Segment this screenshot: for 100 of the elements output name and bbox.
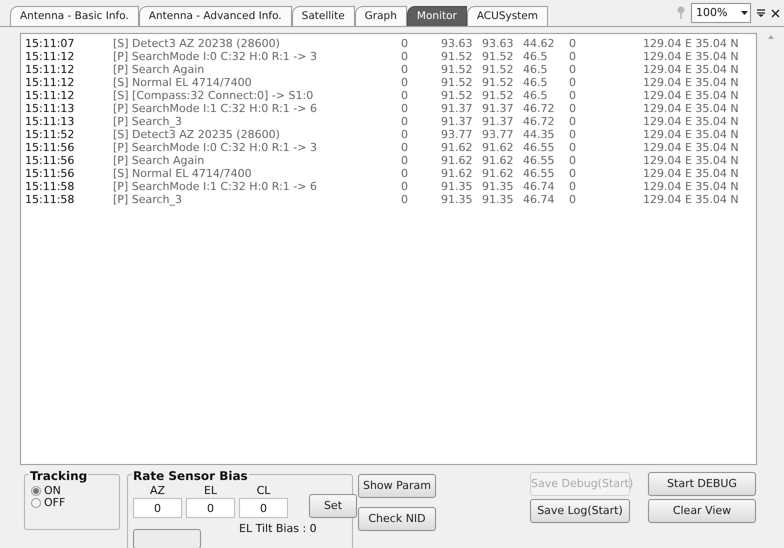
log-value: 91.62: [441, 154, 474, 167]
log-value: 46.74: [523, 180, 556, 193]
log-value: 0: [401, 180, 409, 193]
log-value: 46.72: [523, 102, 556, 115]
log-value: 0: [401, 102, 409, 115]
action-button[interactable]: Clear View: [648, 499, 756, 523]
dropdown-caret-icon: [741, 11, 748, 15]
log-value: 46.5: [523, 63, 548, 76]
log-value: 0: [569, 76, 577, 89]
log-time: 15:11:52: [25, 128, 76, 141]
log-message: [P] SearchMode I:1 C:32 H:0 R:1 -> 6: [113, 180, 318, 193]
log-time: 15:11:07: [25, 37, 76, 50]
radio-option[interactable]: ON: [31, 485, 119, 497]
input-field[interactable]: 0: [239, 498, 288, 518]
log-value: 91.62: [441, 141, 474, 154]
log-message: [P] SearchMode I:0 C:32 H:0 R:1 -> 3: [113, 50, 318, 63]
log-value: 91.37: [482, 102, 514, 115]
log-value: 0: [569, 128, 577, 141]
log-value: 0: [569, 154, 577, 167]
cut-off-button[interactable]: [133, 529, 201, 548]
log-value: 0: [401, 37, 409, 50]
log-value: 129.04 E 35.04 N: [643, 115, 740, 128]
log-value: 91.35: [482, 193, 514, 206]
log-value: 91.52: [441, 89, 474, 102]
scroll-up-icon[interactable]: [768, 35, 774, 39]
log-value: 129.04 E 35.04 N: [643, 50, 740, 63]
log-value: 91.35: [441, 193, 474, 206]
log-value: 93.77: [482, 128, 514, 141]
log-message: [S] Normal EL 4714/7400: [113, 167, 253, 180]
pin-icon[interactable]: [677, 6, 685, 20]
log-value: 0: [401, 76, 409, 89]
log-value: 93.63: [441, 37, 474, 50]
log-value: 46.55: [523, 167, 556, 180]
log-time: 15:11:56: [25, 154, 76, 167]
log-value: 91.62: [482, 141, 514, 154]
action-button[interactable]: Save Log(Start): [530, 499, 630, 523]
action-button[interactable]: Set: [309, 494, 357, 518]
log-value: 0: [569, 141, 577, 154]
log-message: [S] Detect3 AZ 20238 (28600): [113, 37, 281, 50]
log-value: 129.04 E 35.04 N: [643, 128, 740, 141]
log-value: 46.5: [523, 50, 548, 63]
log-value: 0: [401, 115, 409, 128]
log-value: 0: [569, 115, 577, 128]
tab[interactable]: Satellite: [292, 6, 355, 26]
tab[interactable]: Graph: [354, 6, 407, 26]
log-value: 129.04 E 35.04 N: [643, 167, 740, 180]
tab[interactable]: Antenna - Basic Info.: [10, 6, 139, 26]
log-value: 46.5: [523, 76, 548, 89]
log-value: 0: [569, 63, 577, 76]
menu-icon[interactable]: [757, 9, 765, 17]
log-value: 0: [569, 89, 577, 102]
field-label: CL: [256, 484, 270, 497]
log-time: 15:11:56: [25, 167, 76, 180]
log-value: 129.04 E 35.04 N: [643, 193, 740, 206]
zoom-dropdown[interactable]: 100%: [691, 3, 751, 23]
log-value: 46.55: [523, 154, 556, 167]
log-value: 91.52: [441, 76, 474, 89]
tab[interactable]: Monitor: [406, 6, 467, 26]
log-message: [P] SearchMode I:1 C:32 H:0 R:1 -> 6: [113, 102, 318, 115]
tab[interactable]: ACUSystem: [466, 6, 548, 26]
log-value: 129.04 E 35.04 N: [643, 89, 740, 102]
field-label: AZ: [150, 484, 166, 497]
tilt-bias-label: EL Tilt Bias : 0: [239, 521, 317, 537]
tab[interactable]: Antenna - Advanced Info.: [138, 6, 292, 26]
log-value: 91.62: [482, 154, 514, 167]
log-value: 0: [401, 167, 409, 180]
log-value: 0: [569, 37, 577, 50]
action-button[interactable]: Start DEBUG: [648, 472, 756, 496]
log-value: 91.52: [441, 63, 474, 76]
log-value: 46.55: [523, 141, 556, 154]
log-value: 91.35: [482, 180, 514, 193]
log-value: 91.52: [441, 50, 474, 63]
log-time: 15:11:13: [25, 102, 76, 115]
log-value: 0: [401, 154, 409, 167]
log-value: 0: [569, 167, 577, 180]
log-message: [P] SearchMode I:0 C:32 H:0 R:1 -> 3: [113, 141, 318, 154]
log-value: 0: [569, 180, 577, 193]
log-value: 0: [569, 50, 577, 63]
log-value: 0: [569, 193, 577, 206]
log-value: 0: [401, 63, 409, 76]
log-value: 44.35: [523, 128, 556, 141]
log-message: [S] Normal EL 4714/7400: [113, 76, 253, 89]
close-icon[interactable]: [771, 8, 780, 18]
log-value: 91.52: [482, 89, 514, 102]
log-value: 129.04 E 35.04 N: [643, 141, 740, 154]
log-value: 91.62: [441, 167, 474, 180]
log-value: 91.37: [482, 115, 514, 128]
log-message: [P] Search Again: [113, 63, 206, 76]
radio-option[interactable]: OFF: [31, 497, 119, 509]
input-field[interactable]: 0: [133, 498, 182, 518]
action-button[interactable]: Show Param: [358, 474, 436, 498]
log-message: [S] Detect3 AZ 20235 (28600): [113, 128, 281, 141]
input-field[interactable]: 0: [186, 498, 235, 518]
log-value: 129.04 E 35.04 N: [643, 37, 740, 50]
log-value: 129.04 E 35.04 N: [643, 154, 740, 167]
action-button[interactable]: Check NID: [358, 507, 436, 531]
log-value: 93.63: [482, 37, 514, 50]
log-value: 91.52: [482, 76, 514, 89]
log-value: 91.62: [482, 167, 514, 180]
log-value: 0: [401, 50, 409, 63]
